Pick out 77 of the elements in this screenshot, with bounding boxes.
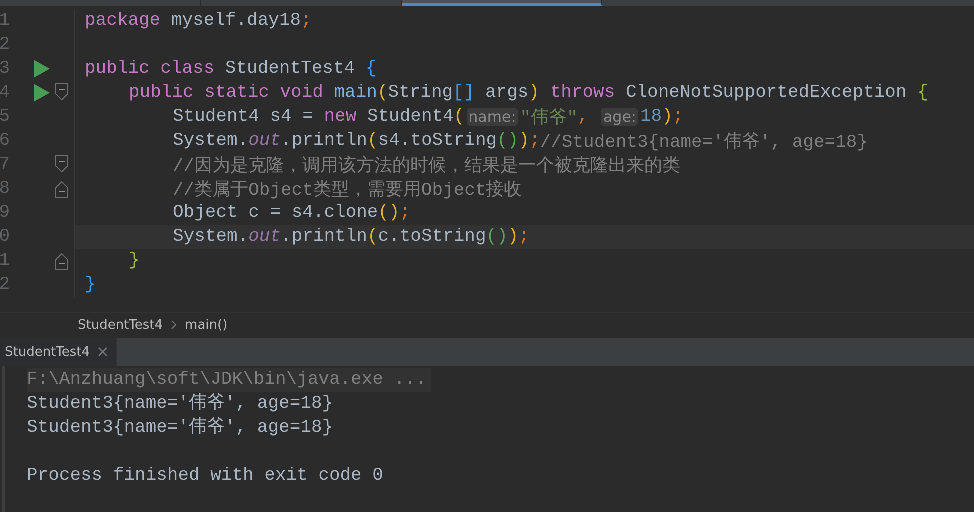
line-number: 1 [0,11,10,31]
code-token: () [486,227,508,247]
code-token: ; [530,131,540,151]
code-token: () [497,131,519,151]
console-line: Process finished with exit code 0 [27,465,384,488]
code-token: ; [400,203,411,223]
line-number: 6 [0,131,10,151]
line-number: 2 [0,35,10,55]
console-line: Student3{name='伟爷', age=18} [27,392,334,416]
fold-icon[interactable] [55,179,69,199]
run-icon[interactable] [34,84,50,102]
line-number: 9 [0,203,10,223]
parameter-hint: name: [466,108,518,126]
code-token: out [248,131,282,151]
code-token: () [378,203,400,223]
code-token: ( [367,227,378,247]
fold-icon[interactable] [55,155,69,175]
line-number: 8 [0,179,10,199]
code-token: [] [453,83,475,103]
code-token: //Student3{name='伟爷', age=18} [540,131,868,153]
code-token: public static void [129,83,324,103]
line-number: 3 [0,59,10,79]
code-token: 18 [640,107,662,127]
line-number: 4 [0,83,10,103]
code-token: System. [173,131,249,151]
run-icon[interactable] [34,60,50,78]
code-token: System. [173,227,249,247]
code-token: s4.toString [378,131,498,151]
console-line: Student3{name='伟爷', age=18} [27,416,334,440]
code-token: //类属于Object类型，需要用Object接收 [173,179,522,201]
breadcrumb-item[interactable]: StudentTest4 [78,318,164,332]
code-token: ) [662,107,673,127]
code-token: { [918,83,928,103]
code-token: CloneNotSupportedException [624,83,908,103]
code-token: new [324,107,357,127]
code-token: , [578,107,590,127]
code-token: out [248,227,282,247]
console-tab[interactable]: StudentTest4 [0,338,118,366]
line-number: 5 [0,107,10,127]
code-token: .println [281,227,368,247]
code-token: .println [281,131,368,151]
chevron-icon [171,320,178,330]
line-number: 1 [0,251,10,271]
line-number: 0 [0,227,10,247]
code-token: ) [508,227,519,247]
code-token: throws [549,83,616,103]
code-token: Student4 [366,107,454,127]
code-token: main [333,83,378,103]
code-token: ; [301,11,312,31]
line-number: 2 [0,275,10,295]
code-token: package [85,11,161,31]
code-token: myself.day18 [170,11,302,31]
code-token: } [85,275,96,295]
code-token: StudentTest4 [224,59,356,79]
code-token: ) [528,83,540,103]
code-token: //因为是克隆，调用该方法的时候，结果是一个被克隆出来的类 [173,154,681,177]
line-number: 7 [0,155,10,175]
code-token: "伟爷" [520,107,578,129]
code-token: { [366,59,377,79]
code-token: args [484,83,529,103]
code-token: ( [367,131,378,151]
fold-icon[interactable] [55,83,69,103]
fold-icon[interactable] [55,251,69,271]
code-token: Student4 s4 = [173,107,314,127]
code-token: ) [518,131,530,151]
code-token: ( [377,83,388,103]
code-token: String [388,83,454,103]
breadcrumb-item[interactable]: main() [185,318,228,332]
code-token: Object c = s4.clone [173,203,378,223]
code-token: ; [672,107,684,127]
code-token: c.toString [378,227,486,247]
parameter-hint: age: [601,108,638,126]
code-token: } [129,251,140,271]
code-token: ( [454,107,465,127]
code-token: ; [518,227,530,247]
close-icon[interactable] [98,347,108,357]
code-token: public class [85,59,215,79]
